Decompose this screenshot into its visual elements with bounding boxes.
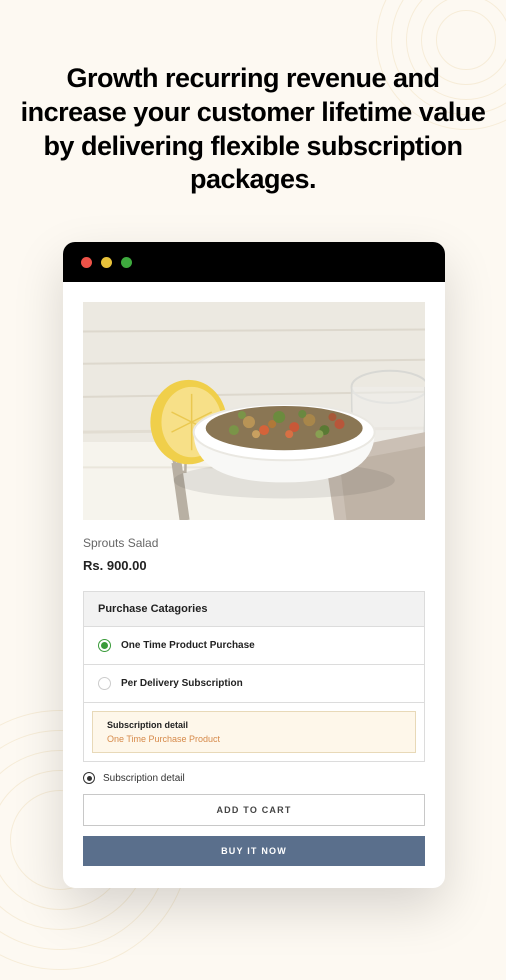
subscription-detail-row[interactable]: Subscription detail — [83, 772, 425, 784]
minimize-icon[interactable] — [101, 257, 112, 268]
product-image — [83, 302, 425, 520]
browser-titlebar — [63, 242, 445, 282]
maximize-icon[interactable] — [121, 257, 132, 268]
purchase-categories-box: Purchase Catagories One Time Product Pur… — [83, 591, 425, 762]
product-content: Sprouts Salad Rs. 900.00 Purchase Catago… — [63, 282, 445, 888]
purchase-option-subscription[interactable]: Per Delivery Subscription — [84, 665, 424, 703]
product-title: Sprouts Salad — [83, 536, 425, 550]
purchase-option-label: One Time Product Purchase — [121, 640, 255, 651]
product-price: Rs. 900.00 — [83, 558, 425, 573]
buy-it-now-button[interactable]: BUY IT NOW — [83, 836, 425, 866]
close-icon[interactable] — [81, 257, 92, 268]
radio-selected-icon — [98, 639, 111, 652]
purchase-categories-header: Purchase Catagories — [84, 592, 424, 627]
add-to-cart-button[interactable]: ADD TO CART — [83, 794, 425, 826]
browser-window: Sprouts Salad Rs. 900.00 Purchase Catago… — [63, 242, 445, 888]
page-headline: Growth recurring revenue and increase yo… — [20, 62, 486, 197]
subscription-detail-row-label: Subscription detail — [103, 773, 185, 784]
radio-unselected-icon — [98, 677, 111, 690]
purchase-option-onetime[interactable]: One Time Product Purchase — [84, 627, 424, 665]
subscription-detail-label: Subscription detail — [107, 720, 401, 730]
subscription-detail-text: One Time Purchase Product — [107, 734, 401, 744]
subscription-detail-box: Subscription detail One Time Purchase Pr… — [92, 711, 416, 753]
bullseye-icon — [83, 772, 95, 784]
purchase-option-label: Per Delivery Subscription — [121, 678, 243, 689]
